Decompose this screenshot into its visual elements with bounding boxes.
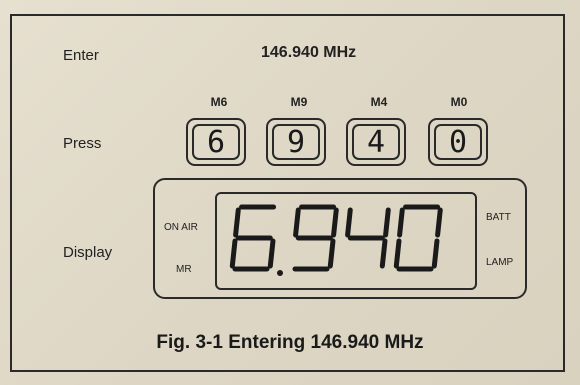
lcd-decimal-point <box>277 270 283 276</box>
display-label: Display <box>63 244 113 261</box>
lcd-digit-0-segment <box>397 207 405 238</box>
memory-label-m9: M9 <box>290 95 308 109</box>
lcd-digit-6-segment <box>229 238 238 269</box>
lcd-digit-0-segment <box>431 238 440 269</box>
key-4-label: 4 <box>352 124 400 160</box>
batt-indicator: BATT <box>486 212 511 223</box>
lcd-readout <box>229 204 443 276</box>
lcd-digit-4-segment <box>379 238 388 269</box>
key-4-button[interactable]: 4 <box>346 118 406 166</box>
enter-label: Enter <box>63 47 99 64</box>
key-6-button[interactable]: 6 <box>186 118 246 166</box>
lcd-digit-0-segment <box>435 207 443 238</box>
lcd-digit-0-segment <box>393 238 402 269</box>
key-6-label: 6 <box>192 124 240 160</box>
frequency-text: 146.940 MHz <box>261 44 357 61</box>
mr-indicator: MR <box>176 264 192 275</box>
lcd-digit-9-segment <box>327 238 336 269</box>
lcd-digit-6-segment <box>267 238 276 269</box>
on-air-indicator: ON AIR <box>164 222 198 233</box>
memory-label-m0: M0 <box>450 95 468 109</box>
lcd-digit-4-segment <box>345 207 353 238</box>
manual-page: Enter 146.940 MHz Press M6 M9 M4 M0 6 9 … <box>0 0 580 385</box>
lcd-digit-9-segment <box>293 207 301 238</box>
lamp-indicator: LAMP <box>486 257 514 268</box>
key-0-button[interactable]: 0 <box>428 118 488 166</box>
memory-label-m4: M4 <box>370 95 388 109</box>
press-label: Press <box>63 135 102 152</box>
key-0-label: 0 <box>434 124 482 160</box>
lcd-digit-6-segment <box>233 207 241 238</box>
figure-caption: Fig. 3-1 Entering 146.940 MHz <box>156 332 424 353</box>
key-9-button[interactable]: 9 <box>266 118 326 166</box>
memory-label-m6: M6 <box>210 95 228 109</box>
key-9-label: 9 <box>272 124 320 160</box>
lcd-digit-9-segment <box>331 207 339 238</box>
lcd-digit-4-segment <box>383 207 391 238</box>
